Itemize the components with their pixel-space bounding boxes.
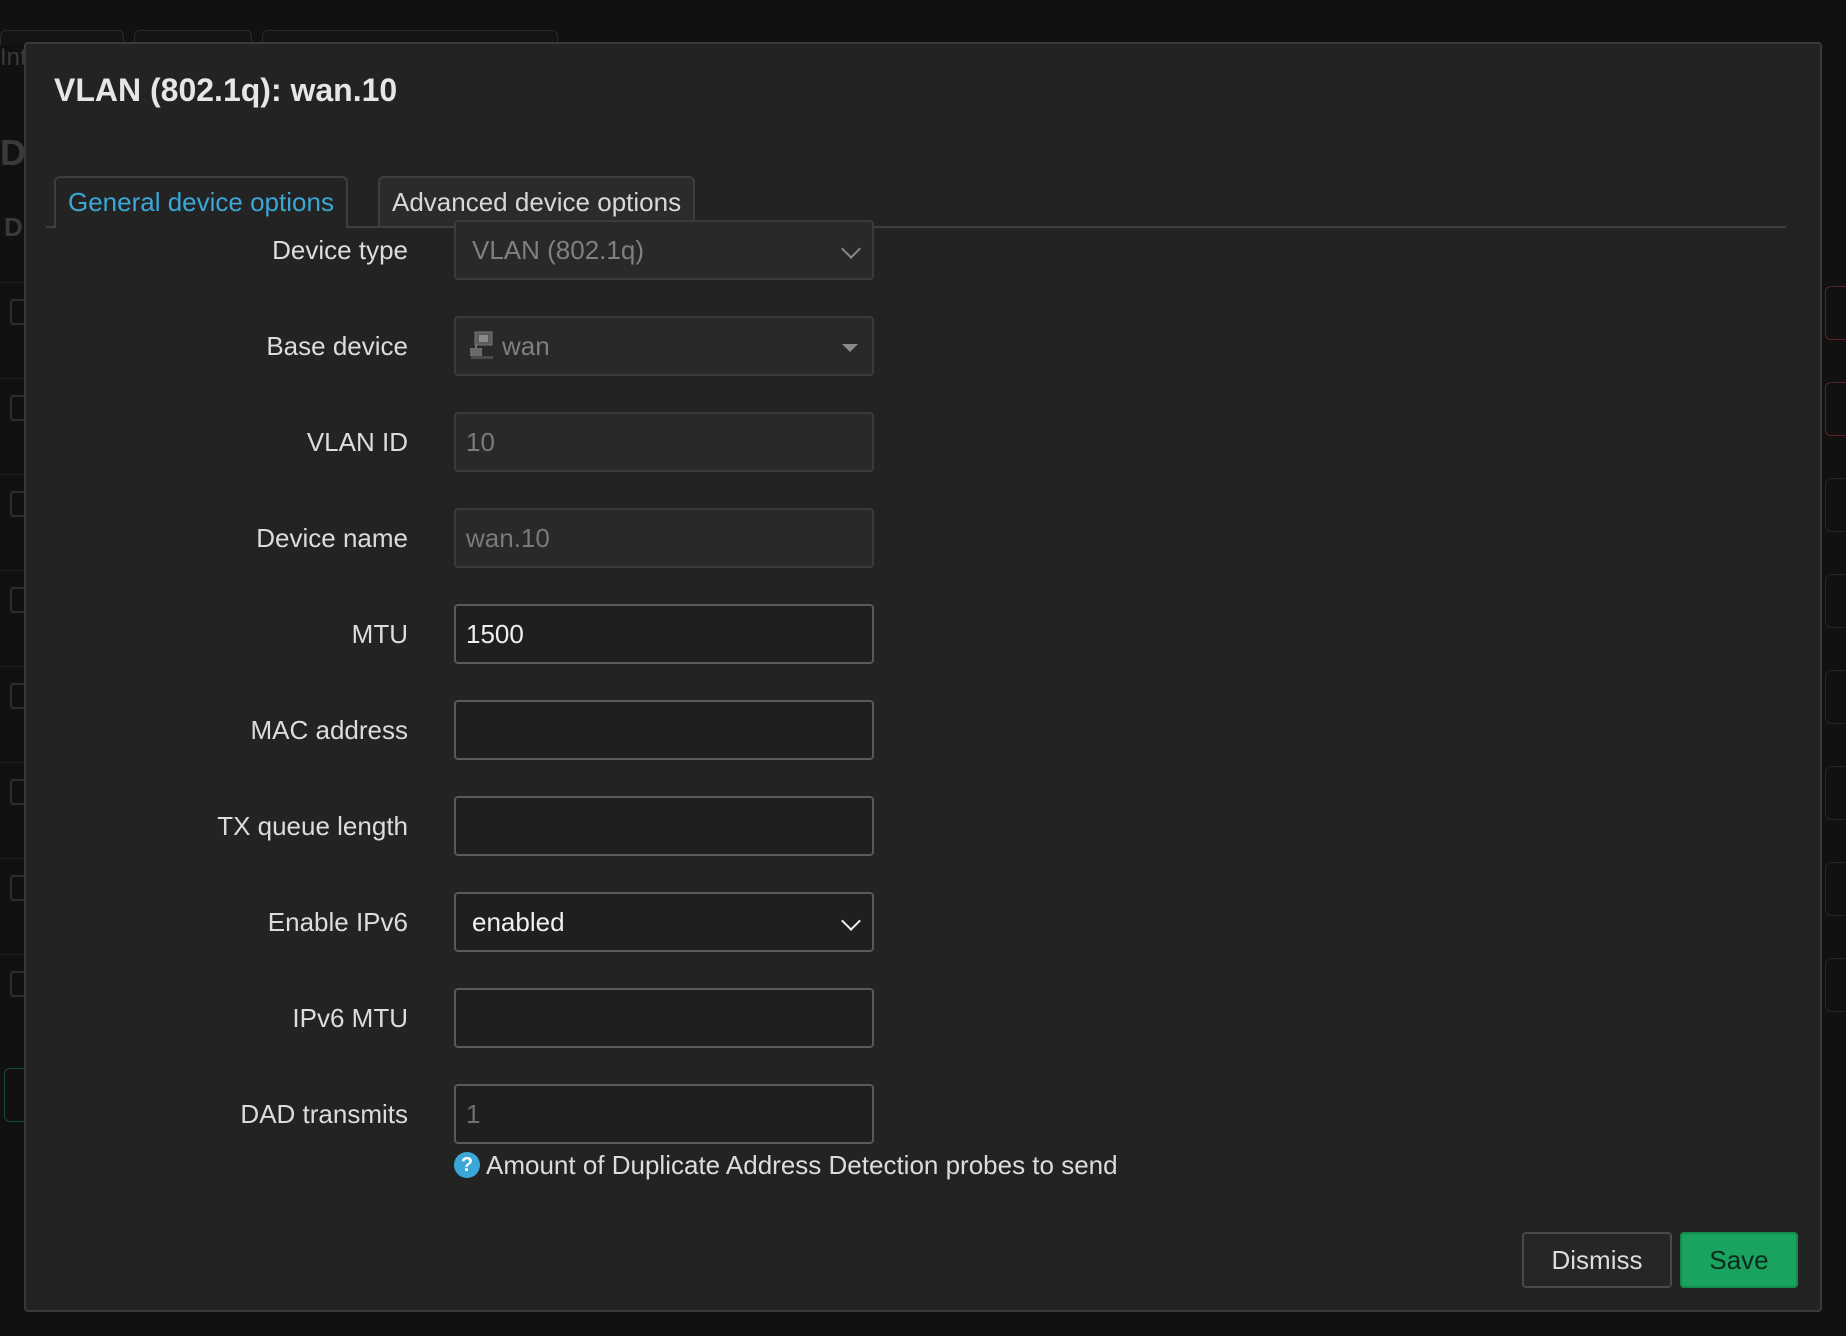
ethernet-port-icon <box>470 331 493 359</box>
dad-transmits-input[interactable] <box>454 1084 874 1144</box>
mtu-label: MTU <box>351 619 408 649</box>
device-name-label: Device name <box>256 523 408 553</box>
mtu-input[interactable] <box>454 604 874 664</box>
background-button <box>1825 478 1846 532</box>
tab-bar: General device options Advanced device o… <box>46 134 1786 228</box>
ipv6-mtu-row: IPv6 MTU <box>26 988 1820 1048</box>
device-name-row: Device name <box>26 508 1820 568</box>
ipv6-mtu-input[interactable] <box>454 988 874 1048</box>
background-column-header: D <box>4 212 23 242</box>
chevron-down-icon <box>841 239 861 259</box>
device-type-row: Device type VLAN (802.1q) <box>26 220 1820 280</box>
enable-ipv6-row: Enable IPv6 enabled <box>26 892 1820 952</box>
enable-ipv6-value: enabled <box>472 907 565 937</box>
caret-down-icon <box>842 344 858 352</box>
background-button <box>1825 382 1846 436</box>
background-tab-label: Int <box>0 44 27 71</box>
background-button <box>1825 670 1846 724</box>
background-button <box>1825 862 1846 916</box>
device-type-value: VLAN (802.1q) <box>472 235 644 265</box>
enable-ipv6-select[interactable]: enabled <box>454 892 874 952</box>
device-type-select[interactable]: VLAN (802.1q) <box>454 220 874 280</box>
base-device-value: wan <box>502 331 550 361</box>
vlan-id-row: VLAN ID <box>26 412 1820 472</box>
background-button <box>1825 958 1846 1012</box>
background-button <box>1825 574 1846 628</box>
dad-transmits-label: DAD transmits <box>240 1099 408 1129</box>
mac-address-label: MAC address <box>250 715 409 745</box>
tx-queue-length-row: TX queue length <box>26 796 1820 856</box>
mac-address-input[interactable] <box>454 700 874 760</box>
mac-address-row: MAC address <box>26 700 1820 760</box>
modal-title: VLAN (802.1q): wan.10 <box>54 72 398 108</box>
dad-transmits-help-text: Amount of Duplicate Address Detection pr… <box>486 1150 1118 1180</box>
mtu-row: MTU <box>26 604 1820 664</box>
base-device-row: Base device wan <box>26 316 1820 376</box>
dismiss-button[interactable]: Dismiss <box>1522 1232 1672 1288</box>
base-device-select[interactable]: wan <box>454 316 874 376</box>
background-button <box>1825 286 1846 340</box>
tx-queue-length-input[interactable] <box>454 796 874 856</box>
chevron-down-icon <box>841 911 861 931</box>
tab-advanced-device-options[interactable]: Advanced device options <box>378 176 696 226</box>
dad-transmits-row: DAD transmits <box>26 1084 1820 1144</box>
dad-transmits-help: ? Amount of Duplicate Address Detection p… <box>454 1148 1118 1182</box>
background-button <box>1825 766 1846 820</box>
base-device-label: Base device <box>266 331 408 361</box>
vlan-id-label: VLAN ID <box>306 427 408 457</box>
device-name-input[interactable] <box>454 508 874 568</box>
device-type-label: Device type <box>272 235 408 265</box>
tx-queue-length-label: TX queue length <box>217 811 408 841</box>
help-icon: ? <box>454 1152 480 1179</box>
device-config-modal: VLAN (802.1q): wan.10 General device opt… <box>24 42 1822 1312</box>
save-button[interactable]: Save <box>1680 1232 1798 1288</box>
enable-ipv6-label: Enable IPv6 <box>267 907 408 937</box>
vlan-id-input[interactable] <box>454 412 874 472</box>
ipv6-mtu-label: IPv6 MTU <box>292 1003 408 1033</box>
